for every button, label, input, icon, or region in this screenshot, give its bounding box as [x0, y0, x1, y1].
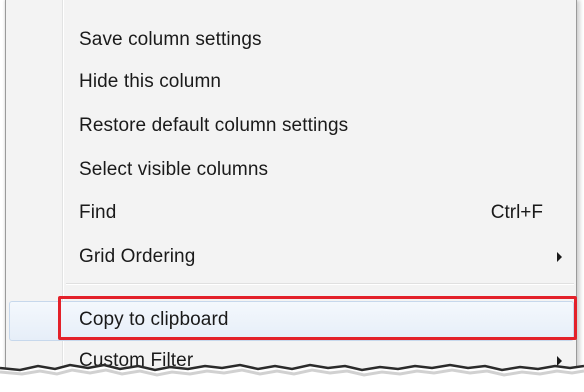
- menu-item-copy-to-clipboard[interactable]: Copy to clipboard: [6, 299, 576, 341]
- menu-item-hide-this-column[interactable]: Hide this column: [6, 61, 576, 103]
- menu-item-restore-default-column-settings[interactable]: Restore default column settings: [6, 105, 576, 147]
- menu-item-label: Restore default column settings: [79, 115, 349, 136]
- shortcut-label: Ctrl+F: [490, 202, 543, 223]
- menu-item-label: Custom Filter: [79, 350, 194, 371]
- menu-item-label: Grid Ordering: [79, 246, 196, 267]
- submenu-arrow-icon: [557, 252, 562, 262]
- menu-separator: [66, 283, 574, 285]
- menu-item-label: Copy to clipboard: [79, 309, 229, 330]
- menu-item-label: Find: [79, 202, 117, 223]
- menu-item-custom-filter[interactable]: Custom Filter: [6, 340, 576, 382]
- menu-item-save-column-settings[interactable]: Save column settings: [6, 19, 576, 61]
- menu-item-grid-ordering[interactable]: Grid Ordering: [6, 236, 576, 278]
- menu-item-find[interactable]: Find Ctrl+F: [6, 192, 576, 234]
- menu-item-label: Hide this column: [79, 71, 222, 92]
- context-menu: Save column settings Hide this column Re…: [5, 0, 577, 392]
- menu-item-label: Save column settings: [79, 29, 262, 50]
- menu-item-select-visible-columns[interactable]: Select visible columns: [6, 149, 576, 191]
- submenu-arrow-icon: [557, 356, 562, 366]
- menu-item-label: Select visible columns: [79, 159, 269, 180]
